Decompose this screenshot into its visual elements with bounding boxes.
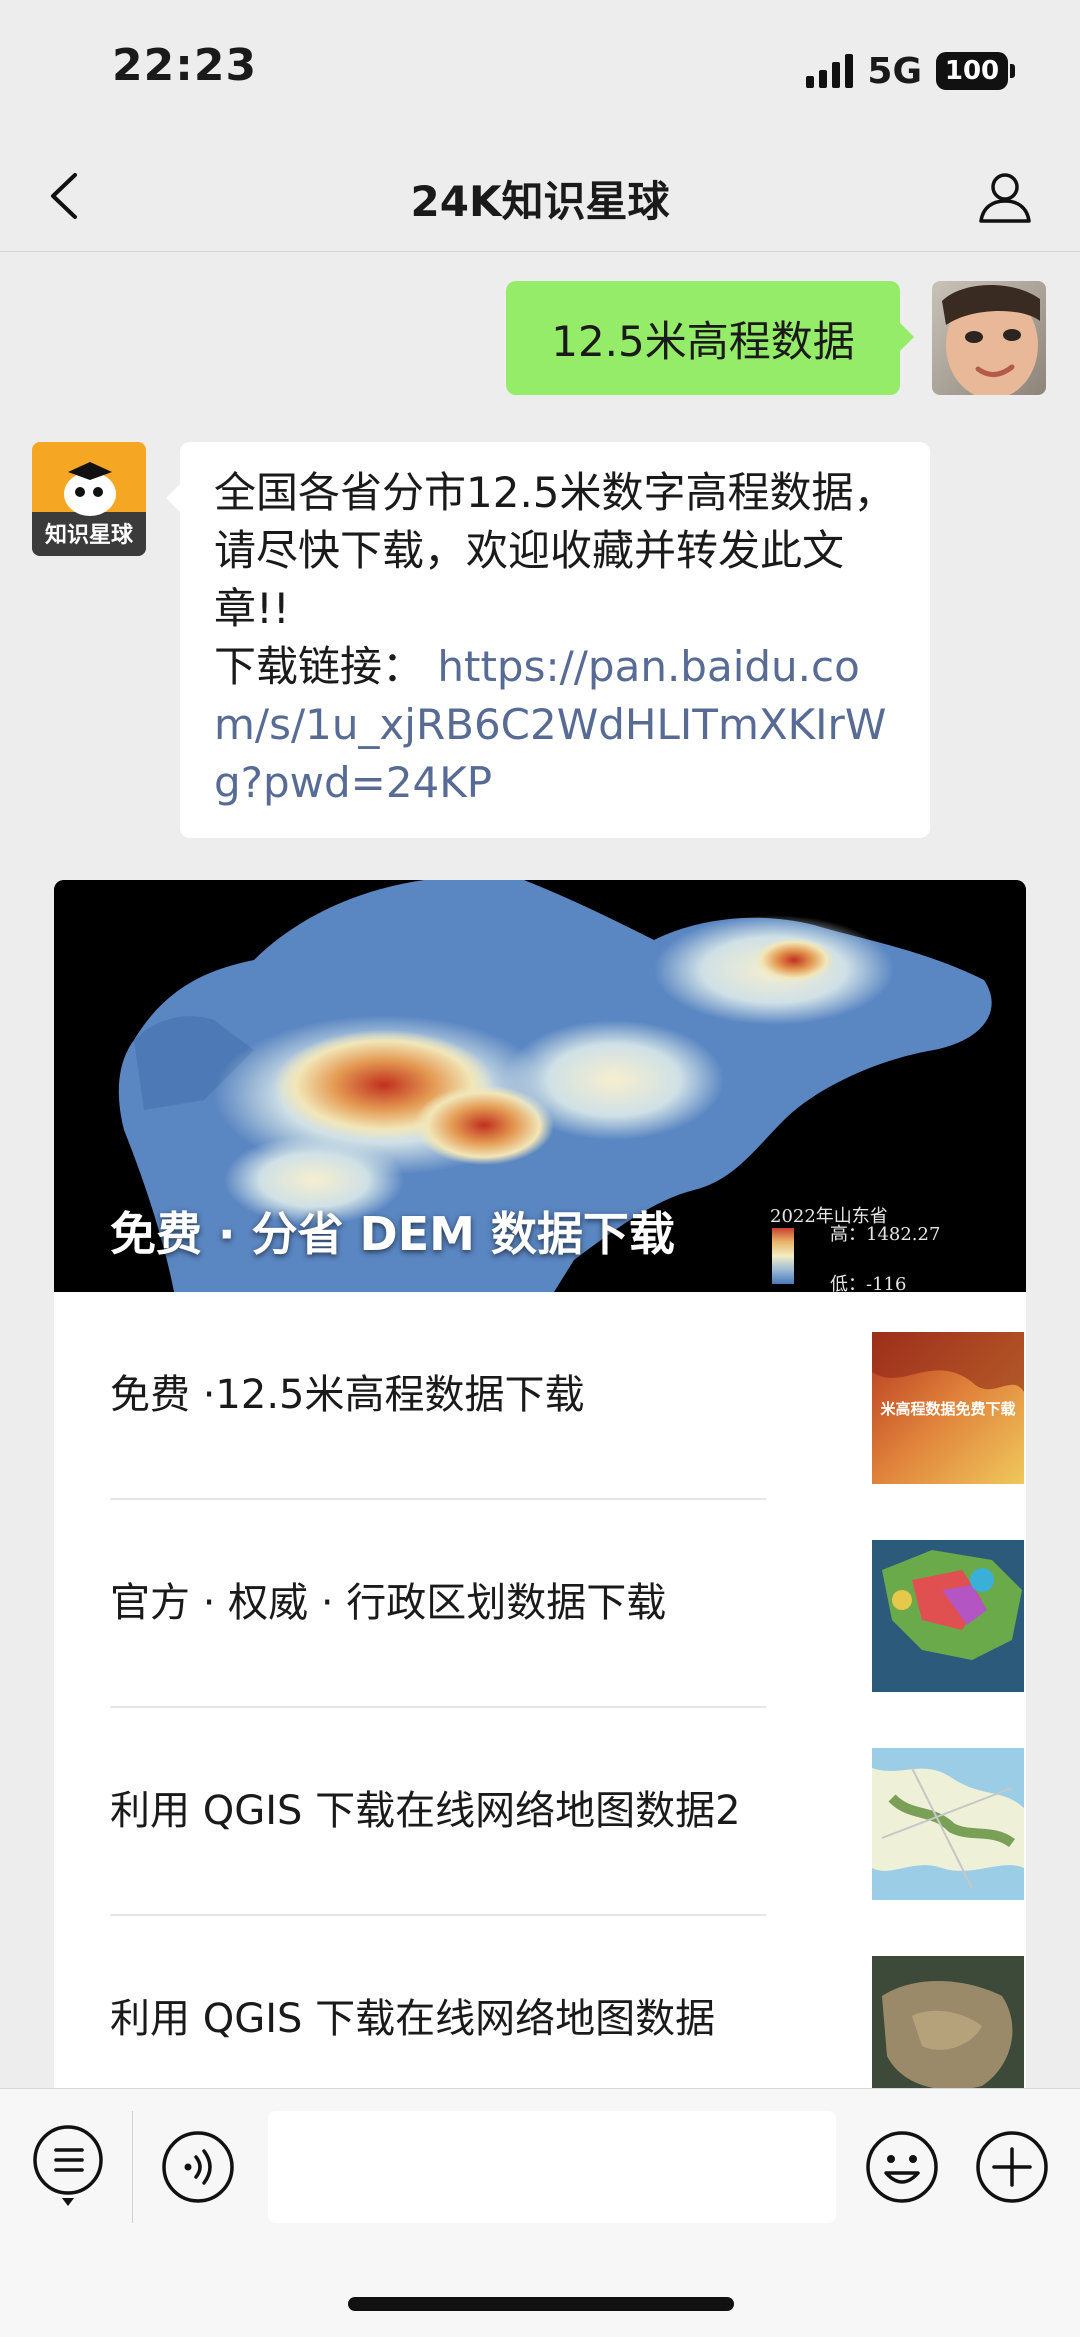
message-input[interactable] <box>268 2111 836 2223</box>
outgoing-message-text: 12.5米高程数据 <box>551 316 855 366</box>
bot-avatar-text: 知识星球 <box>45 522 134 548</box>
home-indicator[interactable] <box>348 2297 734 2311</box>
download-link-label: 下载链接： <box>214 642 425 691</box>
outgoing-message-bubble[interactable]: 12.5米高程数据 <box>506 281 914 395</box>
article-item-thumbnail <box>872 1540 1024 1692</box>
article-item-thumbnail <box>872 1956 1024 2108</box>
incoming-message-text: 全国各省分市12.5米数字高程数据，请尽快下载，欢迎收藏并转发此文章!! <box>214 468 896 633</box>
signal-icon <box>806 54 854 88</box>
emoji-button[interactable] <box>864 2129 940 2205</box>
person-icon <box>979 173 1031 223</box>
legend-low: 低：-116 <box>830 1274 907 1292</box>
article-item-title: 免费 ·12.5米高程数据下载 <box>110 1372 585 1418</box>
cover-title: 免费 · 分省 DEM 数据下载 <box>110 1207 675 1261</box>
article-item-thumbnail <box>872 1748 1024 1900</box>
status-time: 22:23 <box>112 40 258 91</box>
add-button[interactable] <box>974 2129 1050 2205</box>
menu-button[interactable] <box>30 2125 106 2206</box>
nav-bar: 24K知识星球 <box>0 140 1080 252</box>
article-card: 免费 · 分省 DEM 数据下载 2022年山东省 高：1482.27 低：-1… <box>54 880 1026 2130</box>
battery-icon: 100 <box>936 52 1015 90</box>
list-menu-icon <box>33 2125 103 2206</box>
plus-icon <box>976 2131 1048 2203</box>
bar-divider <box>132 2111 133 2223</box>
user-avatar[interactable] <box>932 281 1046 395</box>
bot-avatar[interactable]: 知识星球 <box>32 442 146 556</box>
download-link-row: 下载链接： https://pan.baidu.com/s/1u_xjRB6C2… <box>214 638 896 812</box>
article-item-thumbnail: 米高程数据免费下载 <box>872 1332 1024 1484</box>
status-bar: 22:23 5G 100 <box>0 0 1080 140</box>
article-item[interactable]: 官方 · 权威 · 行政区划数据下载 <box>110 1500 1024 1708</box>
battery-level: 100 <box>944 56 1000 86</box>
status-indicators: 5G 100 <box>806 48 1015 94</box>
thumbnail-text: 米高程数据免费下载 <box>880 1400 1015 1418</box>
profile-button[interactable] <box>970 162 1040 232</box>
voice-button[interactable] <box>160 2129 236 2205</box>
article-item-title: 官方 · 权威 · 行政区划数据下载 <box>110 1580 667 1626</box>
article-item[interactable]: 免费 ·12.5米高程数据下载 米高程数据免费下载 <box>110 1292 1024 1500</box>
article-item[interactable]: 利用 QGIS 下载在线网络地图数据2 <box>110 1708 1024 1916</box>
voice-icon <box>162 2131 234 2203</box>
incoming-message-bubble[interactable]: 全国各省分市12.5米数字高程数据，请尽快下载，欢迎收藏并转发此文章!! 下载链… <box>166 442 930 838</box>
legend-color-bar <box>772 1228 794 1284</box>
network-label: 5G <box>867 50 922 92</box>
article-cover[interactable]: 免费 · 分省 DEM 数据下载 2022年山东省 高：1482.27 低：-1… <box>54 880 1026 1292</box>
chat-title: 24K知识星球 <box>410 177 670 226</box>
article-item-title: 利用 QGIS 下载在线网络地图数据2 <box>110 1788 741 1834</box>
emoji-icon <box>866 2131 938 2203</box>
legend-high: 高：1482.27 <box>830 1224 941 1245</box>
